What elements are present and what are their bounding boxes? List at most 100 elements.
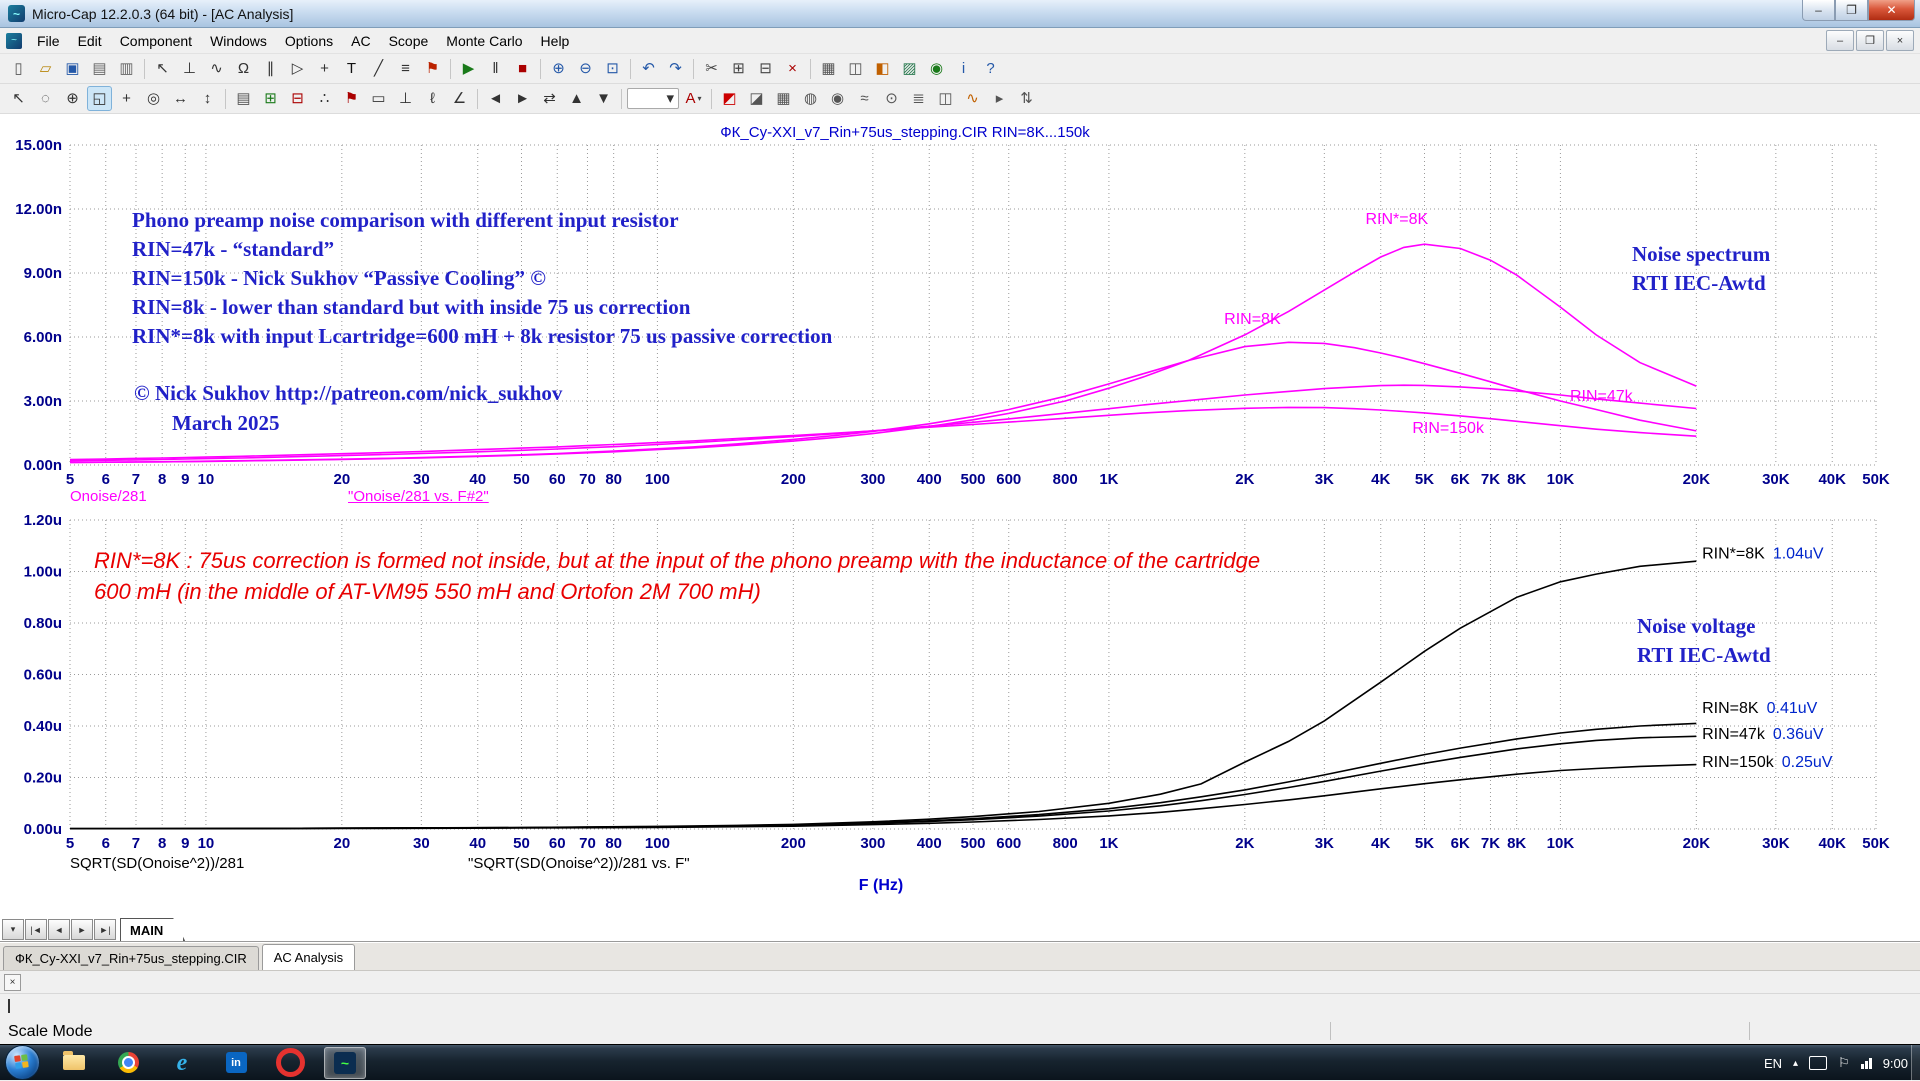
print-preview-icon[interactable]: ▤ — [87, 56, 112, 81]
print-icon[interactable]: ▥ — [114, 56, 139, 81]
three-d-plot-icon[interactable]: ◫ — [933, 86, 958, 111]
mdi-restore-button[interactable]: ❐ — [1856, 30, 1884, 51]
keyboard-tray-icon[interactable] — [1809, 1056, 1827, 1070]
select-arrow-icon[interactable]: ↖ — [150, 56, 175, 81]
mdi-close-button[interactable]: × — [1886, 30, 1914, 51]
plot-nav-button-2[interactable]: ◄ — [48, 919, 70, 940]
redo-icon[interactable]: ↷ — [663, 56, 688, 81]
watch-icon[interactable]: ⊙ — [879, 86, 904, 111]
go-right-icon[interactable]: ► — [510, 86, 535, 111]
valley-icon[interactable]: ▼ — [591, 86, 616, 111]
plus-terminal-icon[interactable]: + — [312, 56, 337, 81]
font-icon[interactable]: A▾ — [681, 86, 706, 111]
cut-icon[interactable]: ✂ — [699, 56, 724, 81]
minimize-button[interactable]: – — [1802, 0, 1835, 21]
ruler-icon[interactable]: ▭ — [366, 86, 391, 111]
menu-item-component[interactable]: Component — [111, 30, 201, 52]
plot-page-tab-main[interactable]: MAIN — [120, 918, 185, 941]
taskbar-microcap-icon[interactable]: ~ — [324, 1047, 366, 1079]
node-numbers-icon[interactable]: ◉ — [924, 56, 949, 81]
info-icon[interactable]: i — [951, 56, 976, 81]
tab-ac-analysis[interactable]: AC Analysis — [262, 944, 355, 970]
log-scale-icon[interactable]: ℓ — [420, 86, 445, 111]
image-icon[interactable]: ▨ — [897, 56, 922, 81]
docked-text-panel[interactable] — [0, 994, 1920, 1020]
numeric-output-icon[interactable]: ≣ — [906, 86, 931, 111]
taskbar-blue-app-icon[interactable]: in — [216, 1048, 256, 1078]
plot-nav-button-4[interactable]: ►| — [94, 919, 116, 940]
grid-toggle-icon[interactable]: ▦ — [771, 86, 796, 111]
fit-view-icon[interactable]: ⊡ — [600, 56, 625, 81]
go-left-icon[interactable]: ◄ — [483, 86, 508, 111]
color-icon[interactable]: ◩ — [717, 86, 742, 111]
select-mode-icon[interactable]: ↖ — [6, 86, 31, 111]
fft-icon[interactable]: ≈ — [852, 86, 877, 111]
data-points-icon[interactable]: ∴ — [312, 86, 337, 111]
scale-mode-icon[interactable]: ◱ — [87, 86, 112, 111]
menu-item-options[interactable]: Options — [276, 30, 342, 52]
action-center-flag-icon[interactable]: ⚐ — [1838, 1055, 1850, 1071]
zoom-out-icon[interactable]: ⊖ — [573, 56, 598, 81]
baseline-icon[interactable]: ⊥ — [393, 86, 418, 111]
maximize-button[interactable]: ❐ — [1835, 0, 1868, 21]
grid-icon[interactable]: ▦ — [816, 56, 841, 81]
stop-icon[interactable]: ■ — [510, 56, 535, 81]
capacitor-icon[interactable]: ∥ — [258, 56, 283, 81]
flag-icon[interactable]: ⚑ — [420, 56, 445, 81]
undo-icon[interactable]: ↶ — [636, 56, 661, 81]
horizontal-tag-icon[interactable]: ↔ — [168, 86, 193, 111]
show-desktop-button[interactable] — [1911, 1045, 1920, 1081]
ground-icon[interactable]: ⊥ — [177, 56, 202, 81]
delete-icon[interactable]: × — [780, 56, 805, 81]
taskbar-explorer-icon[interactable] — [54, 1048, 94, 1078]
network-tray-icon[interactable] — [1861, 1057, 1872, 1069]
chart-icon[interactable]: ◧ — [870, 56, 895, 81]
performance-icon[interactable]: ∿ — [960, 86, 985, 111]
resistor-icon[interactable]: Ω — [231, 56, 256, 81]
save-icon[interactable]: ▣ — [60, 56, 85, 81]
new-file-icon[interactable]: ▯ — [6, 56, 31, 81]
menu-item-help[interactable]: Help — [532, 30, 579, 52]
help-icon[interactable]: ? — [978, 56, 1003, 81]
token-icon[interactable]: ⚑ — [339, 86, 364, 111]
waveform-dropdown[interactable]: ▾ — [627, 88, 679, 109]
properties-icon[interactable]: ▤ — [231, 86, 256, 111]
add-waveform-icon[interactable]: ⊞ — [258, 86, 283, 111]
zoom-in-icon[interactable]: ⊕ — [546, 56, 571, 81]
menu-item-file[interactable]: File — [28, 30, 69, 52]
animate-icon[interactable]: ▸ — [987, 86, 1012, 111]
zoom-mode-icon[interactable]: ⊕ — [60, 86, 85, 111]
mdi-minimize-button[interactable]: – — [1826, 30, 1854, 51]
paste-icon[interactable]: ⊟ — [753, 56, 778, 81]
menu-item-monte-carlo[interactable]: Monte Carlo — [437, 30, 531, 52]
taskbar-opera-icon[interactable] — [270, 1048, 310, 1078]
panel-close-button[interactable]: × — [4, 974, 21, 991]
copy-icon[interactable]: ⊞ — [726, 56, 751, 81]
diode-icon[interactable]: ▷ — [285, 56, 310, 81]
bottom-expression-link[interactable]: "SQRT(SD(Onoise^2))/281 vs. F" — [468, 855, 690, 872]
pause-icon[interactable]: ‖ — [483, 56, 508, 81]
polar-plot-icon[interactable]: ◍ — [798, 86, 823, 111]
background-icon[interactable]: ◪ — [744, 86, 769, 111]
text-mode-icon[interactable]: T — [339, 56, 364, 81]
tab-circuit-file[interactable]: ФК_Cy-XXI_v7_Rin+75us_stepping.CIR — [3, 946, 259, 970]
cursor-mode-icon[interactable]: + — [114, 86, 139, 111]
taskbar-clock[interactable]: 9:00 — [1883, 1056, 1908, 1071]
plot-nav-button-1[interactable]: |◄ — [25, 919, 47, 940]
top-expression-link[interactable]: "Onoise/281 vs. F#2" — [348, 488, 489, 505]
point-tag-icon[interactable]: ◎ — [141, 86, 166, 111]
start-button[interactable] — [5, 1045, 40, 1080]
tray-chevron-icon[interactable]: ▴ — [1793, 1058, 1798, 1069]
open-file-icon[interactable]: ▱ — [33, 56, 58, 81]
menu-item-windows[interactable]: Windows — [201, 30, 276, 52]
smith-chart-icon[interactable]: ◉ — [825, 86, 850, 111]
next-run-icon[interactable]: ⇄ — [537, 86, 562, 111]
plot-nav-button-3[interactable]: ► — [71, 919, 93, 940]
graphics-mode-icon[interactable]: ◌ — [33, 86, 58, 111]
slider-icon[interactable]: ⇅ — [1014, 86, 1039, 111]
menu-item-edit[interactable]: Edit — [69, 30, 111, 52]
linear-scale-icon[interactable]: ∠ — [447, 86, 472, 111]
sine-source-icon[interactable]: ∿ — [204, 56, 229, 81]
menu-item-scope[interactable]: Scope — [380, 30, 438, 52]
peak-icon[interactable]: ▲ — [564, 86, 589, 111]
